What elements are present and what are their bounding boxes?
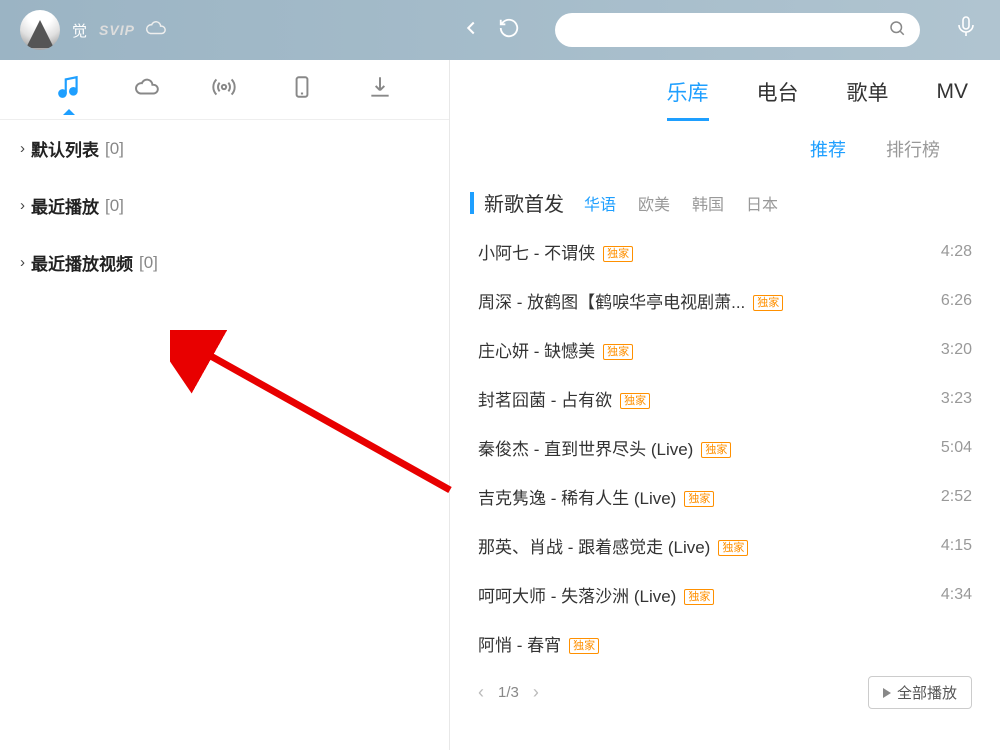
song-row[interactable]: 阿悄 - 春宵独家 bbox=[470, 619, 980, 668]
playlist-name: 最近播放视频 bbox=[31, 250, 133, 275]
playlist-default[interactable]: › 默认列表 [0] bbox=[0, 120, 449, 177]
song-duration: 6:26 bbox=[924, 292, 972, 310]
page-prev-icon[interactable]: ‹ bbox=[478, 682, 484, 703]
playlist-name: 最近播放 bbox=[31, 193, 99, 218]
song-duration: 4:28 bbox=[924, 243, 972, 261]
subtab-ranking[interactable]: 排行榜 bbox=[886, 136, 940, 162]
song-row[interactable]: 那英、肖战 - 跟着感觉走 (Live)独家 4:15 bbox=[470, 521, 980, 570]
tab-mv[interactable]: MV bbox=[937, 80, 969, 104]
exclusive-badge: 独家 bbox=[684, 491, 714, 507]
playlist-count: [0] bbox=[105, 196, 124, 216]
lang-kr[interactable]: 韩国 bbox=[692, 191, 724, 215]
page-next-icon[interactable]: › bbox=[533, 682, 539, 703]
chevron-right-icon: › bbox=[20, 140, 25, 157]
song-row[interactable]: 秦俊杰 - 直到世界尽头 (Live)独家 5:04 bbox=[470, 423, 980, 472]
lang-cn[interactable]: 华语 bbox=[584, 191, 616, 215]
sidebar-tabs bbox=[0, 60, 449, 120]
exclusive-badge: 独家 bbox=[603, 344, 633, 360]
song-duration: 2:52 bbox=[924, 488, 972, 506]
tab-radio[interactable] bbox=[211, 74, 237, 105]
playlist-recent-video[interactable]: › 最近播放视频 [0] bbox=[0, 234, 449, 291]
content: 乐库 电台 歌单 MV 推荐 排行榜 新歌首发 华语 欧美 韩国 日本 小阿七 … bbox=[450, 60, 1000, 750]
tab-local-music[interactable] bbox=[56, 74, 82, 105]
page-info: 1/3 bbox=[498, 684, 519, 701]
tab-cloud[interactable] bbox=[134, 74, 160, 105]
nav-controls bbox=[460, 0, 520, 60]
username[interactable]: 觉 bbox=[72, 20, 87, 41]
exclusive-badge: 独家 bbox=[753, 295, 783, 311]
song-duration: 4:15 bbox=[924, 537, 972, 555]
refresh-icon[interactable] bbox=[498, 17, 520, 44]
song-title: 小阿七 - 不谓侠独家 bbox=[478, 239, 924, 264]
cloud-sync-icon[interactable] bbox=[145, 17, 167, 44]
exclusive-badge: 独家 bbox=[701, 442, 731, 458]
sidebar: › 默认列表 [0] › 最近播放 [0] › 最近播放视频 [0] bbox=[0, 60, 450, 750]
playlist-count: [0] bbox=[139, 253, 158, 273]
top-tabs: 乐库 电台 歌单 MV bbox=[450, 60, 1000, 124]
voice-search-icon[interactable] bbox=[954, 14, 978, 43]
titlebar: 觉 SVIP bbox=[0, 0, 1000, 60]
list-footer: ‹ 1/3 › 全部播放 bbox=[450, 668, 1000, 717]
song-title: 封茗囧菌 - 占有欲独家 bbox=[478, 386, 924, 411]
tab-download[interactable] bbox=[367, 74, 393, 105]
tab-radio[interactable]: 电台 bbox=[757, 77, 799, 107]
song-title: 庄心妍 - 缺憾美独家 bbox=[478, 337, 924, 362]
tab-playlist[interactable]: 歌单 bbox=[847, 77, 889, 107]
song-row[interactable]: 呵呵大师 - 失落沙洲 (Live)独家 4:34 bbox=[470, 570, 980, 619]
exclusive-badge: 独家 bbox=[718, 540, 748, 556]
playlist-count: [0] bbox=[105, 139, 124, 159]
play-icon bbox=[883, 688, 891, 698]
exclusive-badge: 独家 bbox=[620, 393, 650, 409]
section-header: 新歌首发 华语 欧美 韩国 日本 bbox=[450, 174, 1000, 223]
search-box[interactable] bbox=[555, 13, 920, 47]
song-title: 秦俊杰 - 直到世界尽头 (Live)独家 bbox=[478, 435, 924, 460]
svip-badge: SVIP bbox=[99, 22, 135, 38]
exclusive-badge: 独家 bbox=[603, 246, 633, 262]
section-bar bbox=[470, 192, 474, 214]
tab-phone[interactable] bbox=[289, 74, 315, 105]
chevron-right-icon: › bbox=[20, 254, 25, 271]
song-title: 吉克隽逸 - 稀有人生 (Live)独家 bbox=[478, 484, 924, 509]
search-icon[interactable] bbox=[888, 19, 906, 42]
chevron-right-icon: › bbox=[20, 197, 25, 214]
song-row[interactable]: 周深 - 放鹤图【鹤唳华亭电视剧萧...独家 6:26 bbox=[470, 276, 980, 325]
play-all-label: 全部播放 bbox=[897, 682, 957, 703]
playlist-name: 默认列表 bbox=[31, 136, 99, 161]
back-icon[interactable] bbox=[460, 17, 482, 44]
song-duration: 3:23 bbox=[924, 390, 972, 408]
search-input[interactable] bbox=[569, 22, 888, 38]
song-row[interactable]: 吉克隽逸 - 稀有人生 (Live)独家 2:52 bbox=[470, 472, 980, 521]
play-all-button[interactable]: 全部播放 bbox=[868, 676, 972, 709]
section-title: 新歌首发 bbox=[484, 188, 564, 217]
lang-west[interactable]: 欧美 bbox=[638, 191, 670, 215]
playlist-section: › 默认列表 [0] › 最近播放 [0] › 最近播放视频 [0] bbox=[0, 120, 449, 291]
song-title: 阿悄 - 春宵独家 bbox=[478, 631, 924, 656]
song-duration: 3:20 bbox=[924, 341, 972, 359]
playlist-recent[interactable]: › 最近播放 [0] bbox=[0, 177, 449, 234]
song-title: 呵呵大师 - 失落沙洲 (Live)独家 bbox=[478, 582, 924, 607]
song-row[interactable]: 小阿七 - 不谓侠独家 4:28 bbox=[470, 227, 980, 276]
sub-tabs: 推荐 排行榜 bbox=[450, 124, 1000, 174]
exclusive-badge: 独家 bbox=[684, 589, 714, 605]
song-duration: 5:04 bbox=[924, 439, 972, 457]
subtab-recommend[interactable]: 推荐 bbox=[810, 136, 846, 162]
song-list: 小阿七 - 不谓侠独家 4:28 周深 - 放鹤图【鹤唳华亭电视剧萧...独家 … bbox=[450, 223, 1000, 668]
tab-library[interactable]: 乐库 bbox=[667, 77, 709, 107]
song-duration: 4:34 bbox=[924, 586, 972, 604]
lang-jp[interactable]: 日本 bbox=[746, 191, 778, 215]
exclusive-badge: 独家 bbox=[569, 638, 599, 654]
avatar[interactable] bbox=[20, 10, 60, 50]
song-row[interactable]: 封茗囧菌 - 占有欲独家 3:23 bbox=[470, 374, 980, 423]
song-row[interactable]: 庄心妍 - 缺憾美独家 3:20 bbox=[470, 325, 980, 374]
song-title: 周深 - 放鹤图【鹤唳华亭电视剧萧...独家 bbox=[478, 288, 924, 313]
song-title: 那英、肖战 - 跟着感觉走 (Live)独家 bbox=[478, 533, 924, 558]
